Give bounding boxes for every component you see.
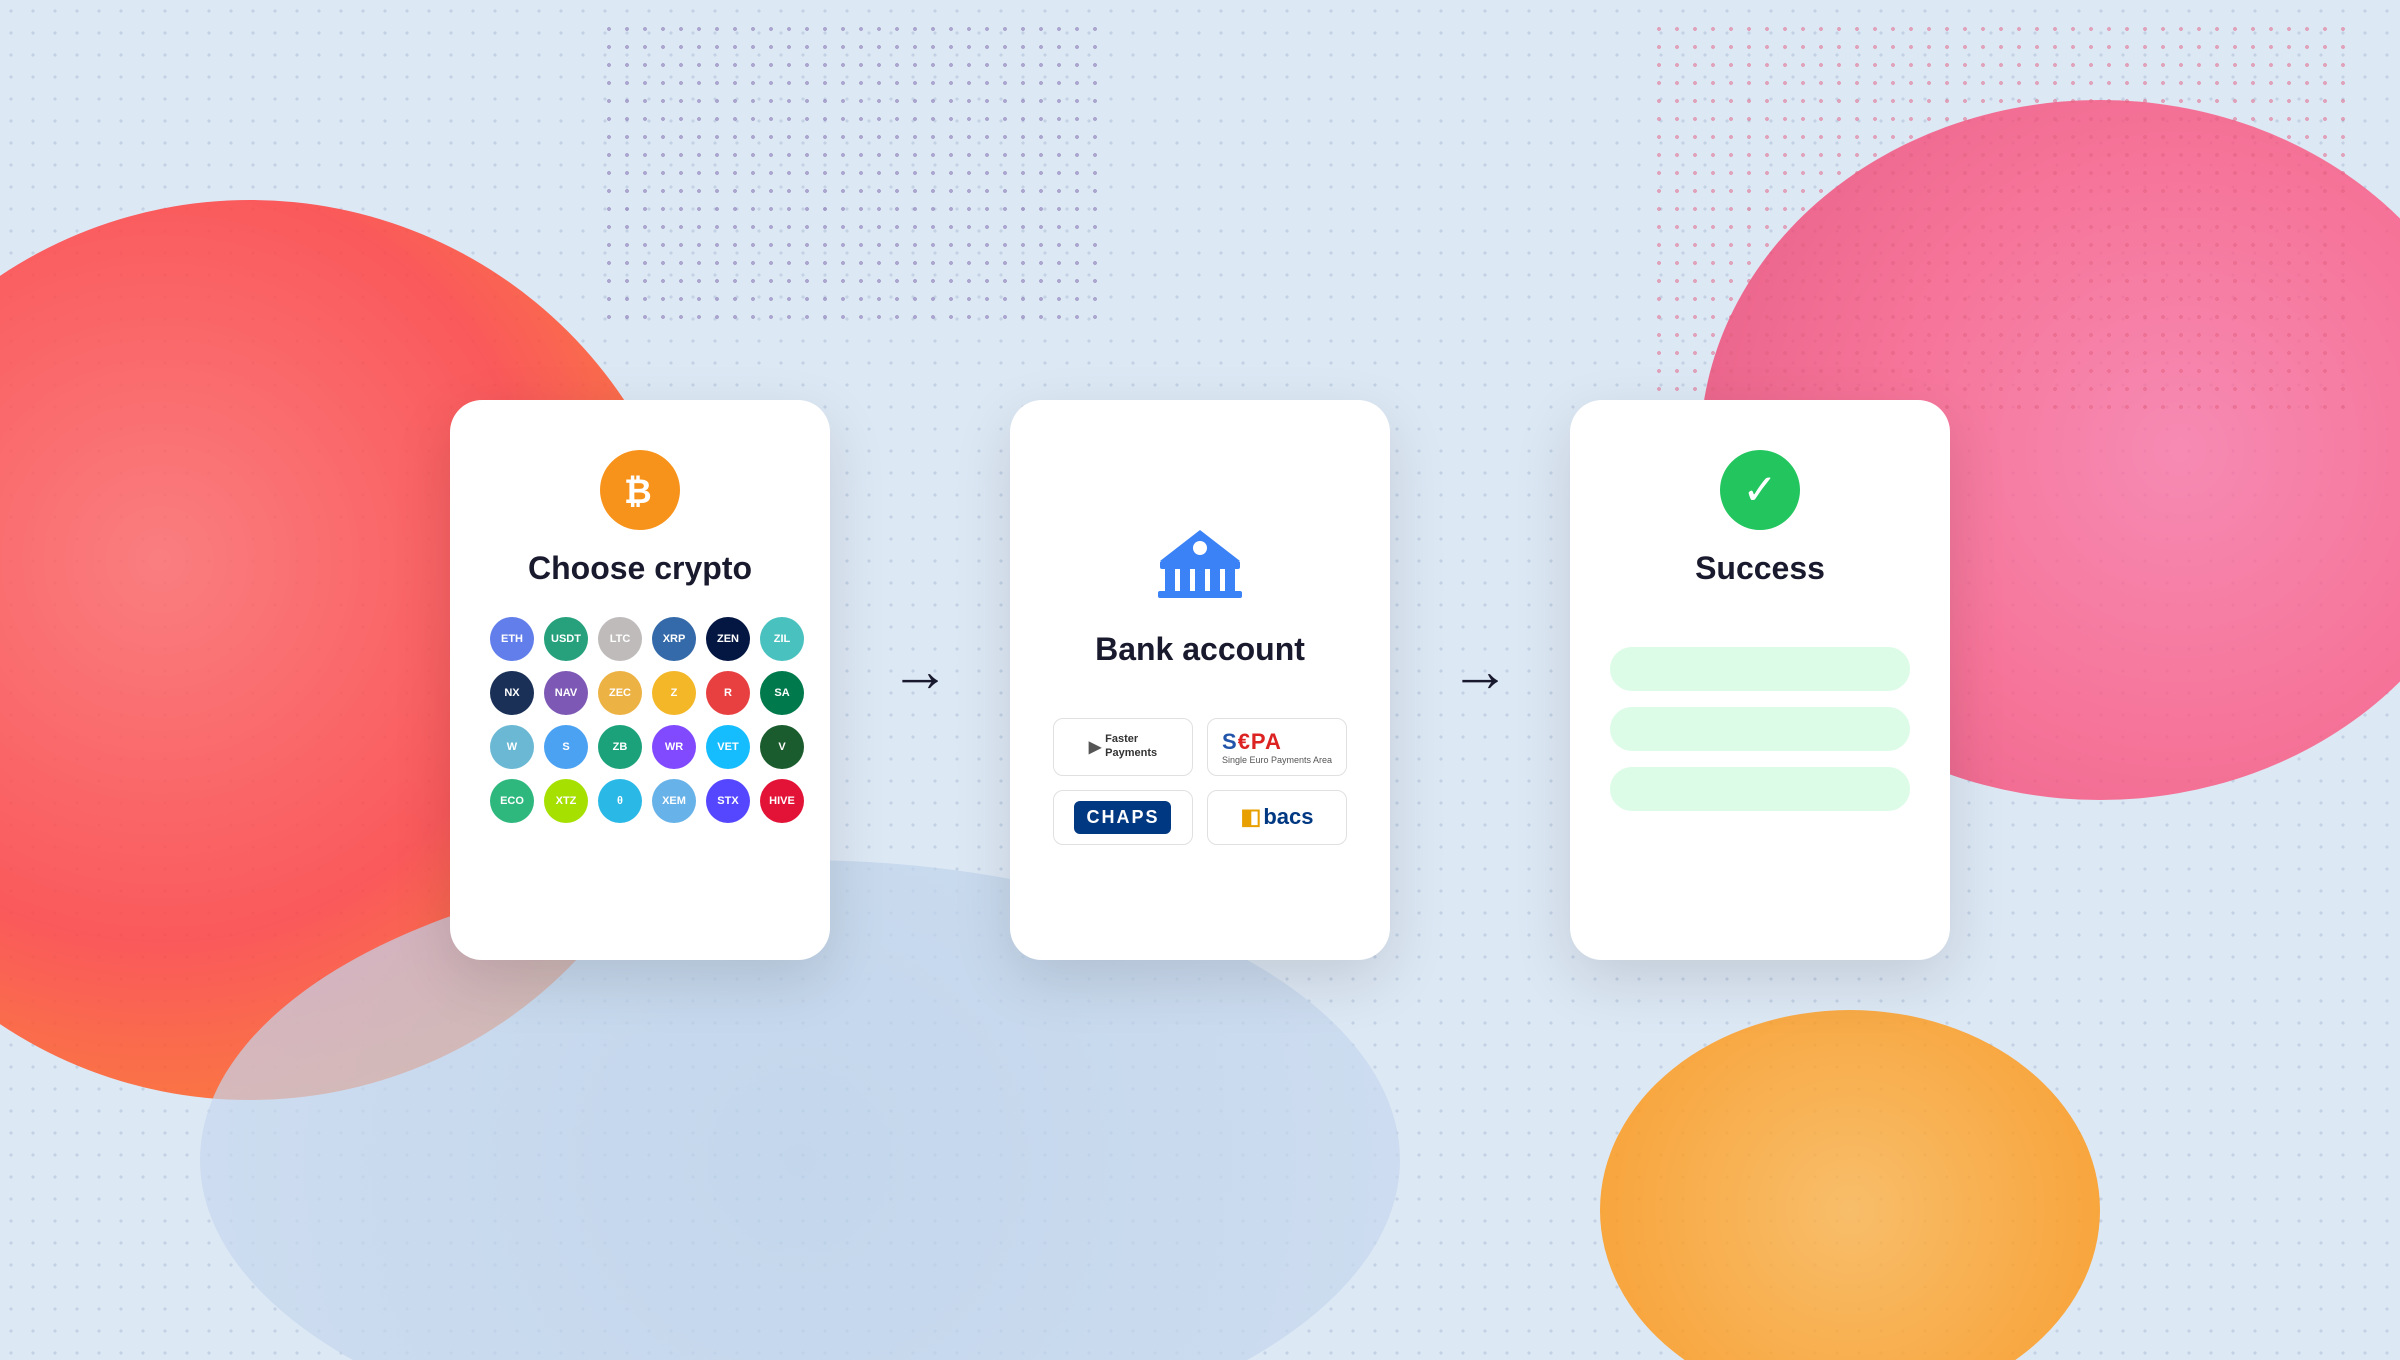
crypto-card: ₿ Choose crypto ETHUSDTLTCXRPZENZIL NXNAV… (450, 400, 830, 960)
crypto-icon-theta: θ (598, 779, 642, 823)
bitcoin-icon: ₿ (600, 450, 680, 530)
bacs-label: ◧ bacs (1241, 804, 1314, 830)
crypto-icon-vet: VET (706, 725, 750, 769)
crypto-card-title: Choose crypto (528, 550, 752, 587)
bacs-badge[interactable]: ◧ bacs (1207, 790, 1347, 845)
crypto-icon-hive: HIVE (760, 779, 804, 823)
crypto-icon-stx: STX (706, 779, 750, 823)
svg-text:₿: ₿ (624, 473, 652, 511)
success-bar-3 (1610, 767, 1910, 811)
success-card: ✓ Success (1570, 400, 1950, 960)
success-bar-2 (1610, 707, 1910, 751)
bank-card: Bank account ▶ FasterPayments S€PA Singl… (1010, 400, 1390, 960)
arrow-2: → (1450, 636, 1510, 705)
crypto-icon-zil: ZIL (760, 617, 804, 661)
crypto-icon-zb: ZB (598, 725, 642, 769)
crypto-icon-red: R (706, 671, 750, 715)
sepa-subtitle: Single Euro Payments Area (1222, 755, 1332, 765)
crypto-icon-nexo: NX (490, 671, 534, 715)
crypto-icon-eth: ETH (490, 617, 534, 661)
crypto-icon-zcash2: Z (652, 671, 696, 715)
payment-methods-grid: ▶ FasterPayments S€PA Single Euro Paymen… (1053, 718, 1347, 845)
chaps-label: CHAPS (1074, 801, 1171, 834)
faster-payments-badge[interactable]: ▶ FasterPayments (1053, 718, 1193, 776)
main-container: ₿ Choose crypto ETHUSDTLTCXRPZENZIL NXNAV… (0, 0, 2400, 1360)
crypto-icon-wabi: W (490, 725, 534, 769)
fp-arrow-icon: ▶ (1089, 737, 1101, 757)
crypto-grid: ETHUSDTLTCXRPZENZILNXNAVZECZRSAWSZBWRVET… (490, 617, 790, 823)
crypto-icon-steem: S (544, 725, 588, 769)
success-card-title: Success (1695, 550, 1825, 587)
checkmark-icon: ✓ (1742, 469, 1777, 511)
chaps-badge[interactable]: CHAPS (1053, 790, 1193, 845)
success-icon: ✓ (1720, 450, 1800, 530)
sepa-label: S€PA (1222, 729, 1282, 754)
crypto-icon-vtc: V (760, 725, 804, 769)
crypto-icon-xem: XEM (652, 779, 696, 823)
arrow-1: → (890, 636, 950, 705)
bank-card-title: Bank account (1095, 631, 1305, 668)
crypto-icon-zen: ZEN (706, 617, 750, 661)
crypto-icon-usdt: USDT (544, 617, 588, 661)
sepa-badge[interactable]: S€PA Single Euro Payments Area (1207, 718, 1347, 776)
crypto-icon-nav: NAV (544, 671, 588, 715)
crypto-icon-wpr: WR (652, 725, 696, 769)
success-bars (1610, 647, 1910, 811)
bank-icon (1155, 526, 1245, 611)
crypto-icon-xtz: XTZ (544, 779, 588, 823)
crypto-icon-eco: ECO (490, 779, 534, 823)
crypto-icon-ltc: LTC (598, 617, 642, 661)
fp-label: FasterPayments (1105, 733, 1157, 759)
crypto-icon-sa: SA (760, 671, 804, 715)
crypto-icon-zec: ZEC (598, 671, 642, 715)
success-bar-1 (1610, 647, 1910, 691)
crypto-icon-xrp: XRP (652, 617, 696, 661)
